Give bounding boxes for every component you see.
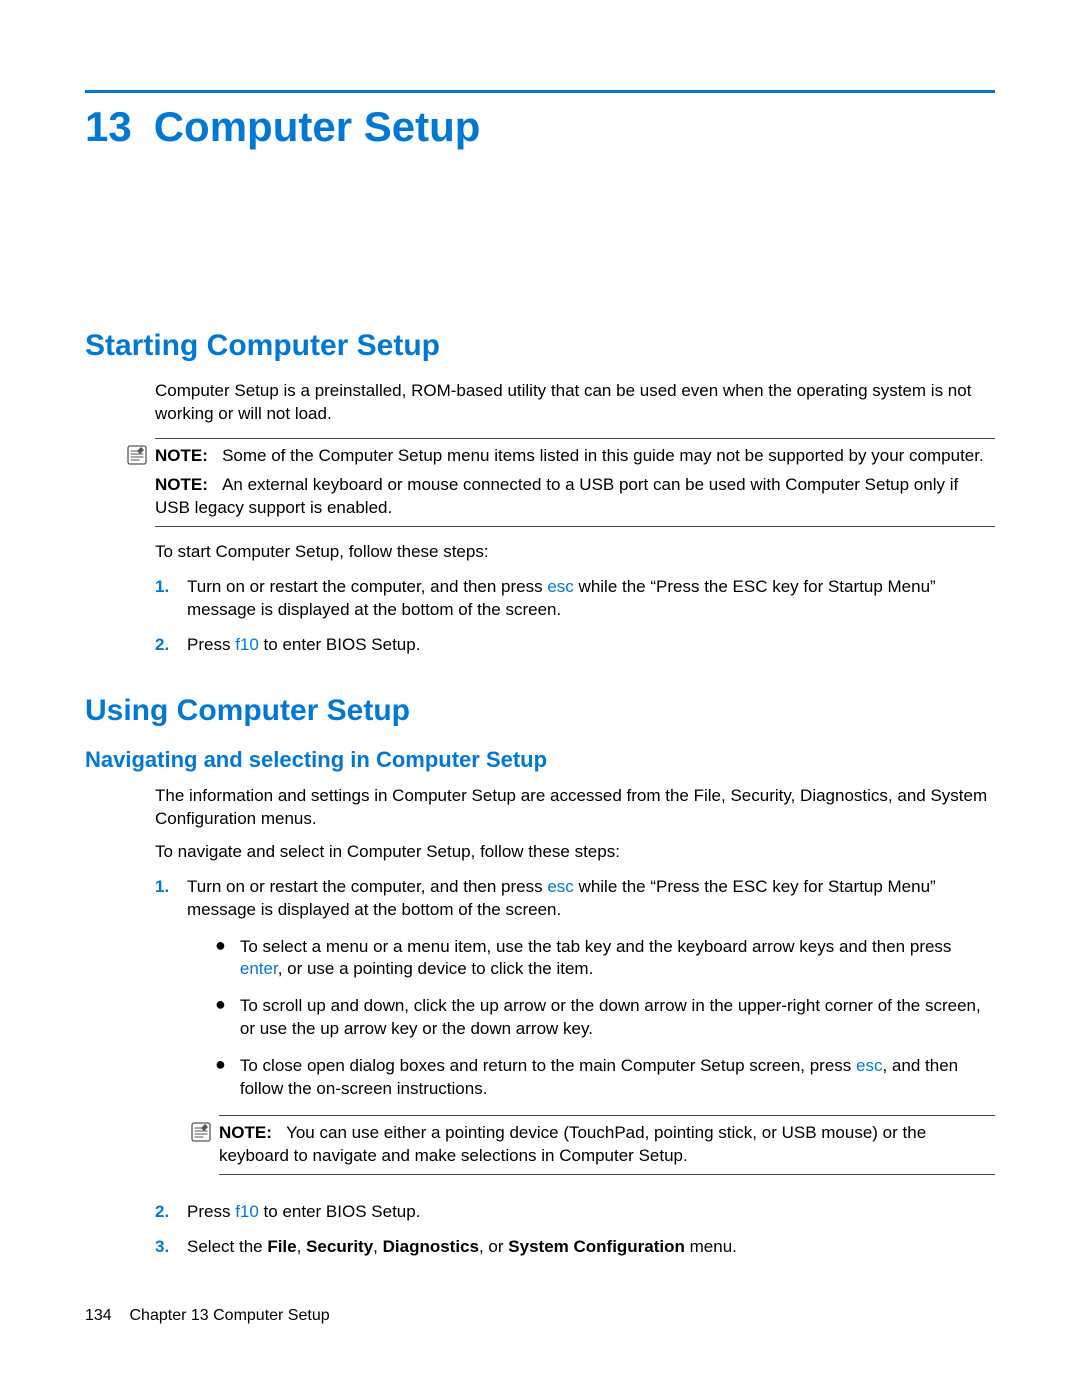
step-2: 2. Press f10 to enter BIOS Setup. xyxy=(155,634,995,657)
section1-body: Computer Setup is a preinstalled, ROM-ba… xyxy=(155,380,995,656)
step-3: 3. Select the File, Security, Diagnostic… xyxy=(155,1236,995,1259)
bullet-2: ● To scroll up and down, click the up ar… xyxy=(215,995,995,1041)
section1-lead: To start Computer Setup, follow these st… xyxy=(155,541,995,564)
note3: NOTE: You can use either a pointing devi… xyxy=(219,1122,995,1168)
note1-text xyxy=(213,446,222,465)
sub-p1: The information and settings in Computer… xyxy=(155,785,995,831)
key-esc: esc xyxy=(856,1056,882,1075)
section2-steps: 1. Turn on or restart the computer, and … xyxy=(155,876,995,1259)
page-footer: 134 Chapter 13 Computer Setup xyxy=(85,1305,995,1327)
sub-bullets: ● To select a menu or a menu item, use t… xyxy=(215,936,995,1102)
note2-body: An external keyboard or mouse connected … xyxy=(155,475,958,517)
note-icon xyxy=(127,445,147,465)
section-heading-using: Using Computer Setup xyxy=(85,691,995,732)
key-f10: f10 xyxy=(235,635,259,654)
step-text: Turn on or restart the computer, and the… xyxy=(187,876,995,922)
step-1: 1. Turn on or restart the computer, and … xyxy=(155,576,995,622)
note-block: NOTE: Some of the Computer Setup menu it… xyxy=(155,438,995,527)
bullet-3: ● To close open dialog boxes and return … xyxy=(215,1055,995,1101)
step-number: 1. xyxy=(155,876,173,1189)
step-1: 1. Turn on or restart the computer, and … xyxy=(155,876,995,1189)
chapter-number: 13 xyxy=(85,99,132,156)
subsection-heading-navigating: Navigating and selecting in Computer Set… xyxy=(85,745,995,775)
step-2: 2. Press f10 to enter BIOS Setup. xyxy=(155,1201,995,1224)
key-f10: f10 xyxy=(235,1202,259,1221)
chapter-title: Computer Setup xyxy=(154,99,481,156)
key-esc: esc xyxy=(547,577,573,596)
page-number: 134 xyxy=(85,1307,112,1324)
top-rule xyxy=(85,90,995,93)
key-esc: esc xyxy=(547,877,573,896)
chapter-heading: 13 Computer Setup xyxy=(85,99,995,156)
key-enter: enter xyxy=(240,959,278,978)
note-label: NOTE: xyxy=(155,475,208,494)
section1-intro: Computer Setup is a preinstalled, ROM-ba… xyxy=(155,380,995,426)
section-heading-starting: Starting Computer Setup xyxy=(85,326,995,367)
note1-body: Some of the Computer Setup menu items li… xyxy=(222,446,984,465)
section1-steps: 1. Turn on or restart the computer, and … xyxy=(155,576,995,657)
bullet-dot: ● xyxy=(215,936,226,982)
step-text: Press f10 to enter BIOS Setup. xyxy=(187,1201,995,1224)
note3-body: You can use either a pointing device (To… xyxy=(219,1123,926,1165)
bullet-dot: ● xyxy=(215,1055,226,1101)
bullet-dot: ● xyxy=(215,995,226,1041)
bullet-1: ● To select a menu or a menu item, use t… xyxy=(215,936,995,982)
step-number: 1. xyxy=(155,576,173,622)
note-label: NOTE: xyxy=(219,1123,272,1142)
footer-label: Chapter 13 Computer Setup xyxy=(130,1307,330,1324)
step-text: Turn on or restart the computer, and the… xyxy=(187,576,995,622)
step-number: 3. xyxy=(155,1236,173,1259)
section2-body: The information and settings in Computer… xyxy=(155,785,995,1259)
note-block: NOTE: You can use either a pointing devi… xyxy=(219,1115,995,1175)
step-text: Press f10 to enter BIOS Setup. xyxy=(187,634,995,657)
note1: NOTE: Some of the Computer Setup menu it… xyxy=(155,445,995,468)
step-content: Turn on or restart the computer, and the… xyxy=(187,876,995,1189)
step-text: Select the File, Security, Diagnostics, … xyxy=(187,1236,995,1259)
step-number: 2. xyxy=(155,634,173,657)
step-number: 2. xyxy=(155,1201,173,1224)
note-icon xyxy=(191,1122,211,1142)
note-label: NOTE: xyxy=(155,446,208,465)
note2: NOTE: An external keyboard or mouse conn… xyxy=(155,474,995,520)
sub-p2: To navigate and select in Computer Setup… xyxy=(155,841,995,864)
